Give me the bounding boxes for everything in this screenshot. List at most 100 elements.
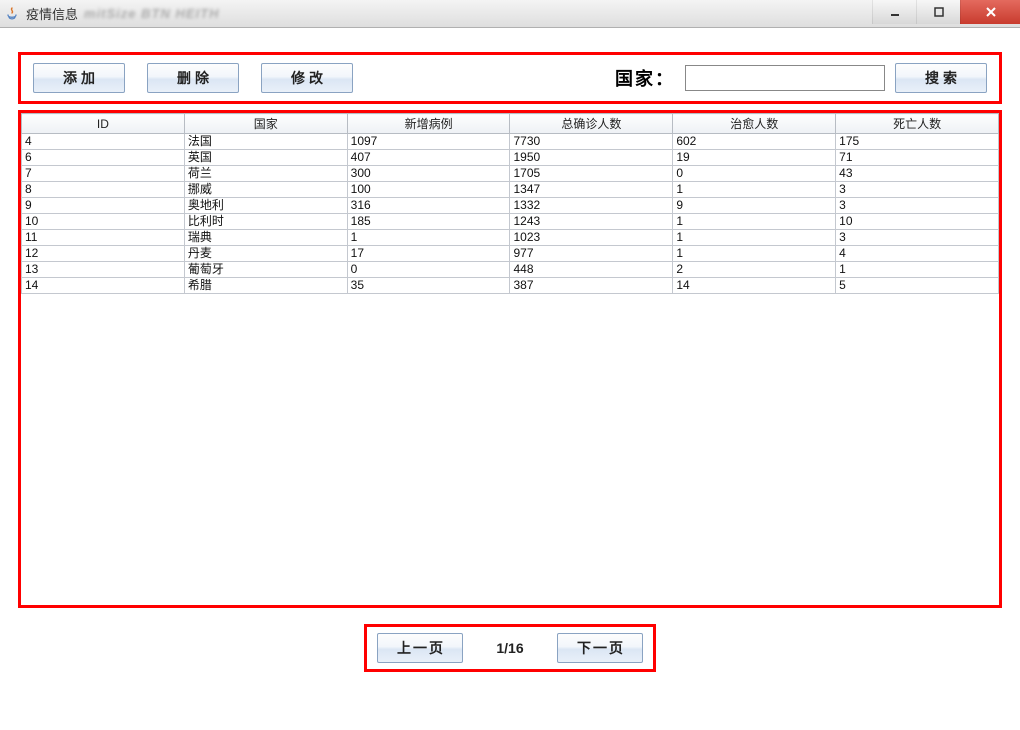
table-row[interactable]: 10比利时1851243110 <box>22 214 999 230</box>
col-cured[interactable]: 治愈人数 <box>673 114 836 134</box>
table-cell[interactable]: 13 <box>22 262 185 278</box>
table-cell[interactable]: 7730 <box>510 134 673 150</box>
add-button[interactable]: 添加 <box>33 63 125 93</box>
table-cell[interactable]: 丹麦 <box>184 246 347 262</box>
search-label: 国家： <box>615 65 675 91</box>
search-area: 国家： 搜索 <box>615 63 987 93</box>
table-row[interactable]: 11瑞典1102313 <box>22 230 999 246</box>
table-cell[interactable]: 9 <box>22 198 185 214</box>
table-cell[interactable]: 10 <box>836 214 999 230</box>
table-row[interactable]: 8挪威100134713 <box>22 182 999 198</box>
table-container: ID 国家 新增病例 总确诊人数 治愈人数 死亡人数 4法国1097773060… <box>18 110 1002 608</box>
window-title: 疫情信息 <box>26 4 78 23</box>
toolbar: 添加 删除 修改 国家： 搜索 <box>18 52 1002 104</box>
table-cell[interactable]: 瑞典 <box>184 230 347 246</box>
delete-button[interactable]: 删除 <box>147 63 239 93</box>
table-cell[interactable]: 43 <box>836 166 999 182</box>
table-cell[interactable]: 7 <box>22 166 185 182</box>
table-cell[interactable]: 葡萄牙 <box>184 262 347 278</box>
table-cell[interactable]: 17 <box>347 246 510 262</box>
table-row[interactable]: 4法国10977730602175 <box>22 134 999 150</box>
table-cell[interactable]: 奥地利 <box>184 198 347 214</box>
col-id[interactable]: ID <box>22 114 185 134</box>
col-death[interactable]: 死亡人数 <box>836 114 999 134</box>
header-row: ID 国家 新增病例 总确诊人数 治愈人数 死亡人数 <box>22 114 999 134</box>
table-cell[interactable]: 法国 <box>184 134 347 150</box>
table-cell[interactable]: 0 <box>673 166 836 182</box>
table-cell[interactable]: 1 <box>673 246 836 262</box>
table-cell[interactable]: 407 <box>347 150 510 166</box>
table-cell[interactable]: 602 <box>673 134 836 150</box>
table-body: 4法国109777306021756英国407195019717荷兰300170… <box>22 134 999 294</box>
minimize-button[interactable] <box>872 0 916 24</box>
table-cell[interactable]: 1243 <box>510 214 673 230</box>
table-cell[interactable]: 荷兰 <box>184 166 347 182</box>
search-button[interactable]: 搜索 <box>895 63 987 93</box>
table-cell[interactable]: 100 <box>347 182 510 198</box>
table-cell[interactable]: 1 <box>347 230 510 246</box>
table-cell[interactable]: 3 <box>836 198 999 214</box>
close-button[interactable] <box>960 0 1020 24</box>
table-row[interactable]: 14希腊35387145 <box>22 278 999 294</box>
table-cell[interactable]: 1 <box>673 230 836 246</box>
table-cell[interactable]: 0 <box>347 262 510 278</box>
data-table[interactable]: ID 国家 新增病例 总确诊人数 治愈人数 死亡人数 4法国1097773060… <box>21 113 999 294</box>
table-cell[interactable]: 6 <box>22 150 185 166</box>
table-cell[interactable]: 1 <box>836 262 999 278</box>
table-cell[interactable]: 8 <box>22 182 185 198</box>
table-cell[interactable]: 300 <box>347 166 510 182</box>
search-input[interactable] <box>685 65 885 91</box>
table-cell[interactable]: 14 <box>673 278 836 294</box>
table-cell[interactable]: 4 <box>22 134 185 150</box>
table-cell[interactable]: 1 <box>673 182 836 198</box>
table-row[interactable]: 7荷兰3001705043 <box>22 166 999 182</box>
table-cell[interactable]: 1950 <box>510 150 673 166</box>
client-area: 添加 删除 修改 国家： 搜索 ID 国家 新增病例 总确诊人数 治愈人数 死亡… <box>0 28 1020 690</box>
table-cell[interactable]: 19 <box>673 150 836 166</box>
table-cell[interactable]: 1097 <box>347 134 510 150</box>
table-cell[interactable]: 14 <box>22 278 185 294</box>
table-cell[interactable]: 35 <box>347 278 510 294</box>
table-cell[interactable]: 12 <box>22 246 185 262</box>
col-country[interactable]: 国家 <box>184 114 347 134</box>
table-cell[interactable]: 希腊 <box>184 278 347 294</box>
table-cell[interactable]: 1023 <box>510 230 673 246</box>
window-controls <box>872 0 1020 24</box>
close-icon <box>984 5 998 19</box>
table-cell[interactable]: 4 <box>836 246 999 262</box>
table-cell[interactable]: 1332 <box>510 198 673 214</box>
table-cell[interactable]: 挪威 <box>184 182 347 198</box>
table-cell[interactable]: 11 <box>22 230 185 246</box>
table-cell[interactable]: 比利时 <box>184 214 347 230</box>
table-cell[interactable]: 9 <box>673 198 836 214</box>
col-total[interactable]: 总确诊人数 <box>510 114 673 134</box>
table-cell[interactable]: 1347 <box>510 182 673 198</box>
table-row[interactable]: 12丹麦1797714 <box>22 246 999 262</box>
col-new[interactable]: 新增病例 <box>347 114 510 134</box>
table-cell[interactable]: 3 <box>836 230 999 246</box>
titlebar: 疫情信息 mitSize BTN HEITH <box>0 0 1020 28</box>
edit-button[interactable]: 修改 <box>261 63 353 93</box>
maximize-button[interactable] <box>916 0 960 24</box>
table-cell[interactable]: 3 <box>836 182 999 198</box>
table-cell[interactable]: 2 <box>673 262 836 278</box>
table-cell[interactable]: 448 <box>510 262 673 278</box>
table-cell[interactable]: 10 <box>22 214 185 230</box>
table-cell[interactable]: 316 <box>347 198 510 214</box>
blurred-background-text: mitSize BTN HEITH <box>84 6 219 21</box>
table-cell[interactable]: 1705 <box>510 166 673 182</box>
table-cell[interactable]: 1 <box>673 214 836 230</box>
pager: 上一页 1/16 下一页 <box>364 624 656 672</box>
table-cell[interactable]: 387 <box>510 278 673 294</box>
table-row[interactable]: 13葡萄牙044821 <box>22 262 999 278</box>
table-row[interactable]: 9奥地利316133293 <box>22 198 999 214</box>
table-cell[interactable]: 185 <box>347 214 510 230</box>
next-page-button[interactable]: 下一页 <box>557 633 643 663</box>
table-cell[interactable]: 977 <box>510 246 673 262</box>
prev-page-button[interactable]: 上一页 <box>377 633 463 663</box>
table-cell[interactable]: 5 <box>836 278 999 294</box>
table-cell[interactable]: 英国 <box>184 150 347 166</box>
table-cell[interactable]: 175 <box>836 134 999 150</box>
table-cell[interactable]: 71 <box>836 150 999 166</box>
table-row[interactable]: 6英国40719501971 <box>22 150 999 166</box>
